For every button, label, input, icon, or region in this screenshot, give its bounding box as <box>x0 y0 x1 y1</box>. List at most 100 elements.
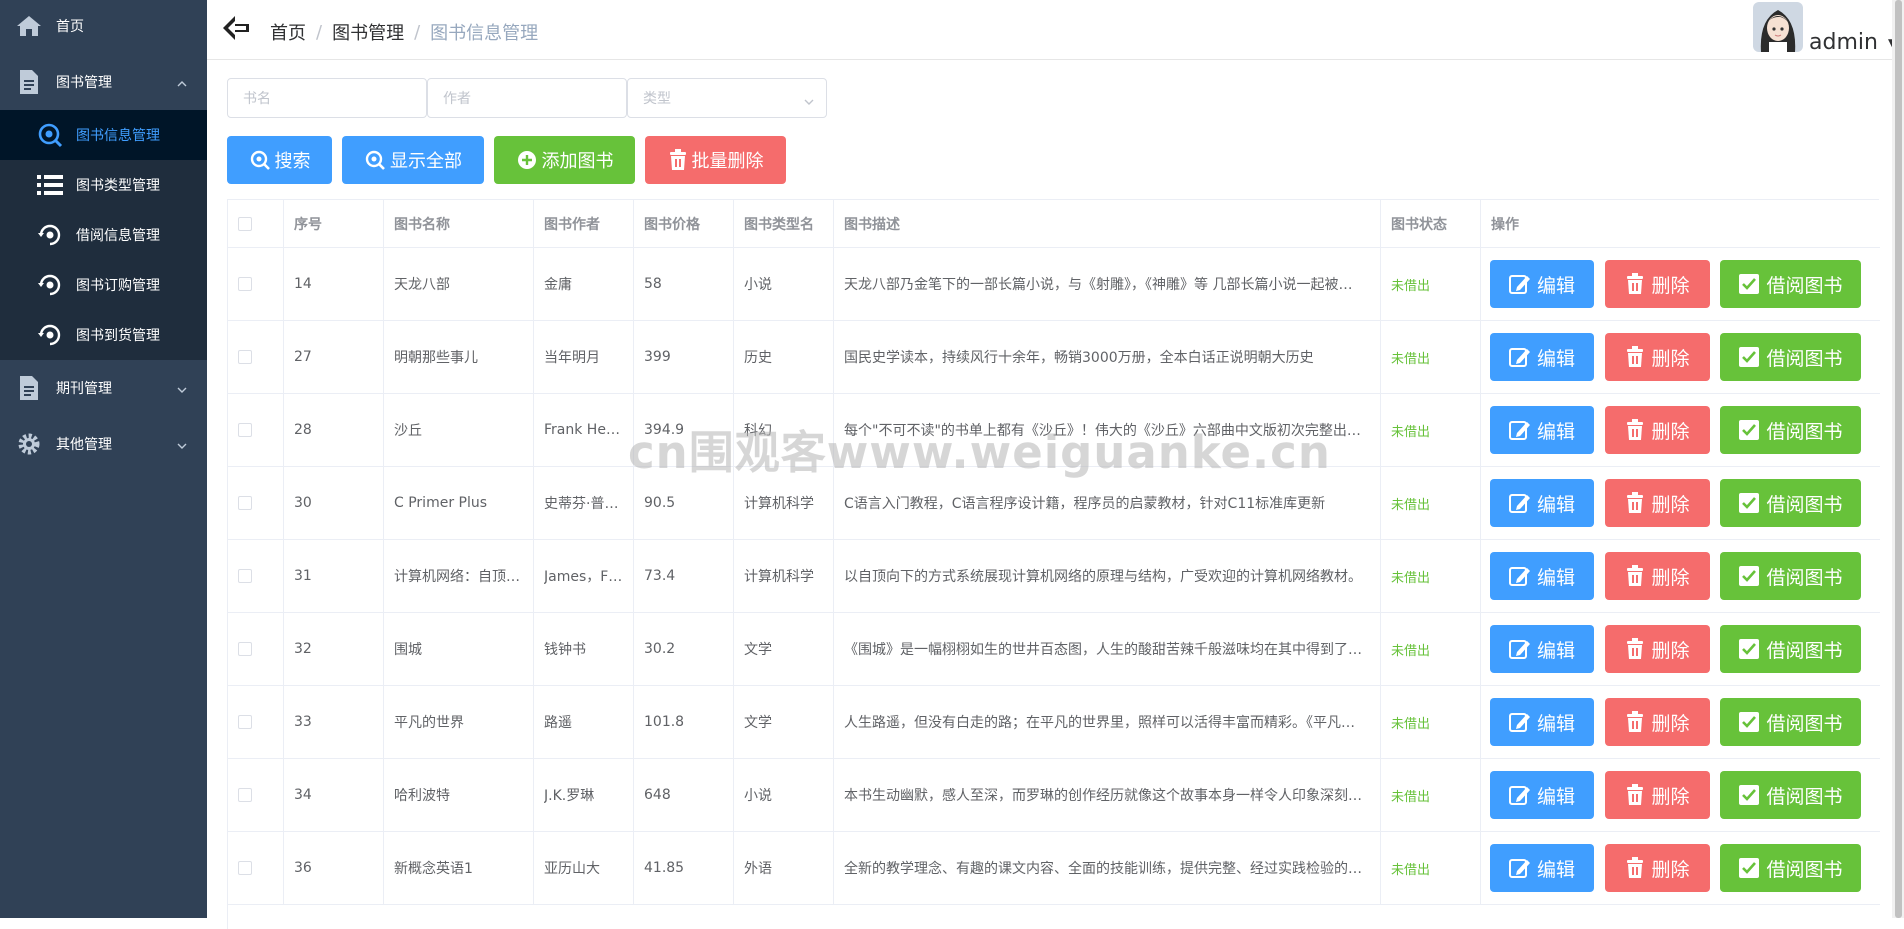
book-name-input[interactable]: 书名 <box>227 78 427 118</box>
row-checkbox[interactable] <box>238 788 252 802</box>
checkbox-icon <box>1739 493 1760 513</box>
chevron-up-icon <box>177 76 187 92</box>
cell-desc-text: C语言入门教程，C语言程序设计籍，程序员的启蒙教材，针对C11标准库更新 <box>844 496 1326 512</box>
delete-button[interactable]: 删除 <box>1605 406 1710 454</box>
breadcrumb-current: 图书信息管理 <box>430 23 539 44</box>
table-row: 36 新概念英语1 亚历山大 41.85 外语 全新的教学理念、有趣的课文内容、全面的技能… <box>228 832 1880 905</box>
cell-id-text: 36 <box>294 860 312 876</box>
breadcrumb-home[interactable]: 首页 <box>270 19 306 45</box>
borrow-button[interactable]: 借阅图书 <box>1720 844 1861 892</box>
cell-price-text: 101.8 <box>644 714 685 730</box>
table-row: 31 计算机网络：自顶… James，F… 73.4 计算机科学 以自顶向下的方式系统展现… <box>228 540 1880 613</box>
cell-status: 未借出 <box>1381 540 1481 612</box>
edit-icon <box>1508 494 1530 513</box>
row-checkbox[interactable] <box>238 350 252 364</box>
batch-delete-button[interactable]: 批量删除 <box>645 136 786 184</box>
edit-button[interactable]: 编辑 <box>1490 260 1594 308</box>
row-checkbox[interactable] <box>238 496 252 510</box>
edit-icon <box>1508 640 1530 659</box>
edit-button[interactable]: 编辑 <box>1490 698 1594 746</box>
cell-type-text: 小说 <box>744 788 772 804</box>
add-book-button[interactable]: 添加图书 <box>494 136 635 184</box>
edit-button-label: 编辑 <box>1536 785 1575 808</box>
delete-button[interactable]: 删除 <box>1605 479 1710 527</box>
gear-icon <box>16 431 42 457</box>
cell-desc: 本书生动幽默，感人至深，而罗琳的创作经历就像这个故事本身一样令人印象深刻… <box>834 759 1381 831</box>
edit-button[interactable]: 编辑 <box>1490 844 1594 892</box>
row-checkbox[interactable] <box>238 569 252 583</box>
borrow-button[interactable]: 借阅图书 <box>1720 625 1861 673</box>
type-select[interactable]: 类型 <box>627 78 827 118</box>
delete-button[interactable]: 删除 <box>1605 625 1710 673</box>
edit-button[interactable]: 编辑 <box>1490 552 1594 600</box>
row-checkbox[interactable] <box>238 861 252 875</box>
sidebar-item-book-info[interactable]: 图书信息管理 <box>0 110 207 160</box>
back-arrow-icon[interactable] <box>221 14 251 42</box>
delete-button[interactable]: 删除 <box>1605 771 1710 819</box>
cell-desc-text: 《围城》是一幅栩栩如生的世井百态图，人生的酸甜苦辣千般滋味均在其中得到了… <box>844 642 1362 658</box>
cell-status: 未借出 <box>1381 394 1481 466</box>
borrow-button[interactable]: 借阅图书 <box>1720 479 1861 527</box>
cell-price-text: 30.2 <box>644 641 676 657</box>
sidebar-item-book-arrival[interactable]: 图书到货管理 <box>0 310 207 360</box>
nav-other-mgmt[interactable]: 其他管理 <box>0 419 207 469</box>
checkbox-icon <box>1739 712 1760 732</box>
user-menu[interactable]: admin ▼ <box>1809 30 1897 55</box>
cell-status: 未借出 <box>1381 248 1481 320</box>
header-status: 图书状态 <box>1381 200 1481 247</box>
delete-button[interactable]: 删除 <box>1605 552 1710 600</box>
author-input[interactable]: 作者 <box>427 78 627 118</box>
edit-button[interactable]: 编辑 <box>1490 406 1594 454</box>
cell-price-text: 399 <box>644 349 671 365</box>
borrow-button[interactable]: 借阅图书 <box>1720 333 1861 381</box>
breadcrumb-book-mgmt[interactable]: 图书管理 <box>332 19 404 45</box>
search-button[interactable]: 搜索 <box>227 136 332 184</box>
edit-icon <box>1508 421 1530 440</box>
cell-status: 未借出 <box>1381 832 1481 904</box>
trash-icon <box>1627 784 1644 805</box>
delete-button[interactable]: 删除 <box>1605 333 1710 381</box>
row-select-cell <box>228 686 284 758</box>
cell-price: 41.85 <box>634 832 734 904</box>
nav-home[interactable]: 首页 <box>0 1 207 51</box>
cell-author-text: 钱钟书 <box>544 642 586 658</box>
cell-author: James，F… <box>534 540 634 612</box>
borrow-button[interactable]: 借阅图书 <box>1720 406 1861 454</box>
nav-periodical-mgmt[interactable]: 期刊管理 <box>0 363 207 413</box>
row-checkbox[interactable] <box>238 423 252 437</box>
edit-button-label: 编辑 <box>1536 274 1575 297</box>
scrollbar-thumb[interactable] <box>1895 0 1902 918</box>
table-row: 30 C Primer Plus 史蒂芬·普… 90.5 计算机科学 C语言入门教程，C语… <box>228 467 1880 540</box>
cell-price: 58 <box>634 248 734 320</box>
cell-actions: 编辑 删除 借阅图书 <box>1481 832 1880 904</box>
borrow-button[interactable]: 借阅图书 <box>1720 260 1861 308</box>
cell-price-text: 41.85 <box>644 860 685 876</box>
borrow-button[interactable]: 借阅图书 <box>1720 552 1861 600</box>
row-checkbox[interactable] <box>238 277 252 291</box>
cell-name-text: 沙丘 <box>394 423 422 439</box>
delete-button[interactable]: 删除 <box>1605 844 1710 892</box>
row-checkbox[interactable] <box>238 715 252 729</box>
cell-name: 天龙八部 <box>384 248 534 320</box>
sidebar-item-book-type[interactable]: 图书类型管理 <box>0 160 207 210</box>
edit-icon <box>1508 713 1530 732</box>
select-all-checkbox[interactable] <box>238 216 252 231</box>
cell-author: 当年明月 <box>534 321 634 393</box>
borrow-button[interactable]: 借阅图书 <box>1720 771 1861 819</box>
avatar[interactable] <box>1753 2 1803 52</box>
sidebar-item-borrow-info[interactable]: 借阅信息管理 <box>0 210 207 260</box>
edit-button[interactable]: 编辑 <box>1490 625 1594 673</box>
cell-name: 明朝那些事儿 <box>384 321 534 393</box>
row-checkbox[interactable] <box>238 642 252 656</box>
nav-book-mgmt[interactable]: 图书管理 <box>0 57 207 107</box>
edit-button[interactable]: 编辑 <box>1490 333 1594 381</box>
show-all-button[interactable]: 显示全部 <box>342 136 484 184</box>
borrow-button[interactable]: 借阅图书 <box>1720 698 1861 746</box>
edit-button[interactable]: 编辑 <box>1490 479 1594 527</box>
sidebar-item-book-order[interactable]: 图书订购管理 <box>0 260 207 310</box>
delete-button[interactable]: 删除 <box>1605 260 1710 308</box>
delete-button[interactable]: 删除 <box>1605 698 1710 746</box>
cell-desc-text: 全新的教学理念、有趣的课文内容、全面的技能训练，提供完整、经过实践检验的… <box>844 861 1362 877</box>
edit-button[interactable]: 编辑 <box>1490 771 1594 819</box>
cell-type-text: 计算机科学 <box>744 569 814 585</box>
